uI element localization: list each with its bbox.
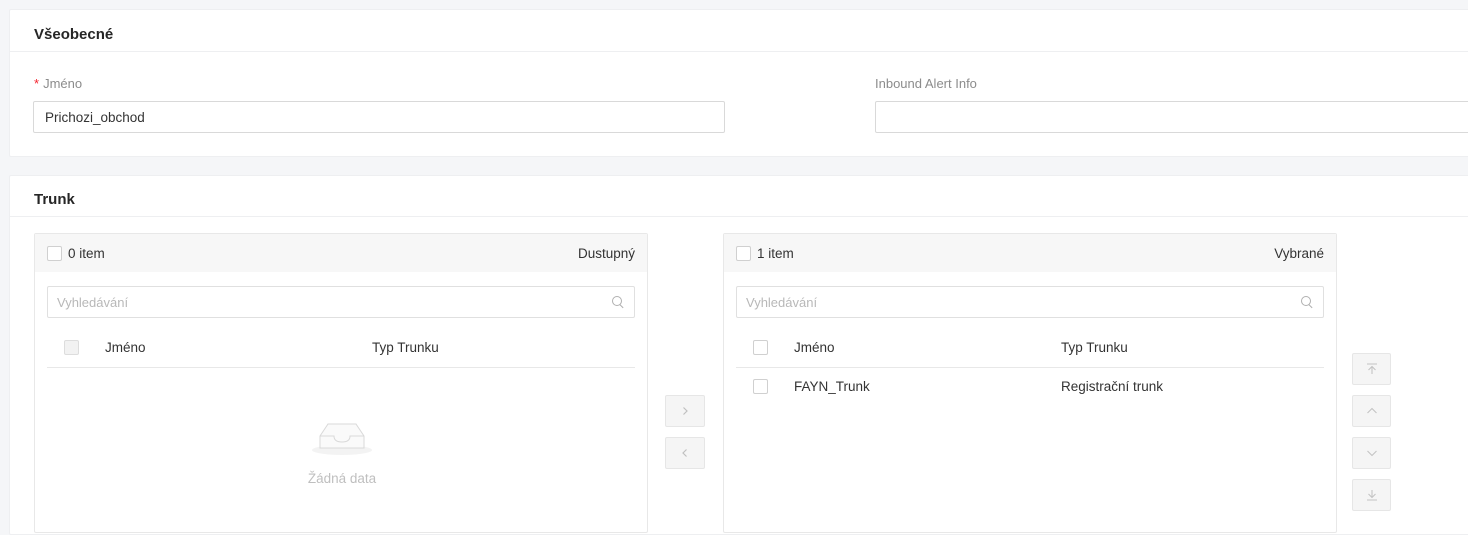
- available-count: 0 item: [68, 245, 105, 261]
- name-label: * Jméno: [34, 76, 82, 91]
- available-table-header: Jméno Typ Trunku: [47, 329, 635, 368]
- selected-list-header: 1 item Vybrané: [724, 234, 1336, 272]
- name-label-text: Jméno: [43, 76, 83, 91]
- move-left-button[interactable]: [665, 437, 705, 469]
- search-icon: [611, 295, 625, 309]
- selected-search-input[interactable]: [746, 294, 1300, 310]
- trunk-type-cell: Registrační trunk: [1061, 379, 1164, 394]
- move-down-button[interactable]: [1352, 437, 1391, 469]
- column-trunk-type: Typ Trunku: [1061, 340, 1128, 355]
- move-top-icon: [1366, 363, 1377, 374]
- required-marker: *: [34, 76, 40, 91]
- column-name: Jméno: [105, 340, 146, 355]
- inbound-alert-input[interactable]: [875, 101, 1468, 133]
- selected-table-header: Jméno Typ Trunku: [736, 329, 1324, 368]
- move-up-icon: [1366, 407, 1377, 414]
- available-header-checkbox: [64, 340, 79, 355]
- selected-count: 1 item: [757, 245, 794, 261]
- general-card: Všeobecné *Jméno Inbound Alert Info: [9, 9, 1468, 157]
- table-row[interactable]: FAYN_Trunk Registrační trunk: [736, 368, 1324, 406]
- selected-title: Vybrané: [1274, 245, 1324, 261]
- selected-search: [736, 286, 1324, 318]
- empty-state: Žádná data: [35, 414, 649, 486]
- chevron-left-icon: [682, 449, 687, 457]
- name-input[interactable]: [33, 101, 725, 133]
- trunk-name-cell: FAYN_Trunk: [794, 379, 870, 394]
- move-bottom-icon: [1366, 490, 1377, 501]
- selected-header-checkbox[interactable]: [753, 340, 768, 355]
- move-bottom-button[interactable]: [1352, 479, 1391, 511]
- move-down-icon: [1366, 450, 1377, 457]
- selected-select-all-checkbox[interactable]: [736, 245, 751, 261]
- available-list: 0 item Dustupný Jméno Typ Trunku Žádná d…: [34, 233, 648, 533]
- move-top-button[interactable]: [1352, 353, 1391, 385]
- trunk-card: Trunk 0 item Dustupný Jméno Typ Trunku Ž…: [9, 175, 1468, 535]
- empty-text: Žádná data: [307, 471, 377, 486]
- chevron-right-icon: [683, 407, 688, 415]
- available-title: Dustupný: [577, 245, 635, 261]
- inbound-alert-label: Inbound Alert Info: [875, 76, 977, 91]
- row-checkbox[interactable]: [753, 379, 768, 394]
- available-search: [47, 286, 635, 318]
- trunk-card-title: Trunk: [10, 176, 1468, 217]
- move-up-button[interactable]: [1352, 395, 1391, 427]
- available-list-header: 0 item Dustupný: [35, 234, 647, 272]
- move-right-button[interactable]: [665, 395, 705, 427]
- selected-list: 1 item Vybrané Jméno Typ Trunku FAYN_Tru…: [723, 233, 1337, 533]
- general-card-title: Všeobecné: [10, 10, 1468, 52]
- available-select-all-checkbox[interactable]: [47, 245, 62, 261]
- empty-inbox-icon: [312, 423, 372, 455]
- column-trunk-type: Typ Trunku: [372, 340, 439, 355]
- available-search-input[interactable]: [57, 294, 611, 310]
- search-icon: [1300, 295, 1314, 309]
- column-name: Jméno: [794, 340, 835, 355]
